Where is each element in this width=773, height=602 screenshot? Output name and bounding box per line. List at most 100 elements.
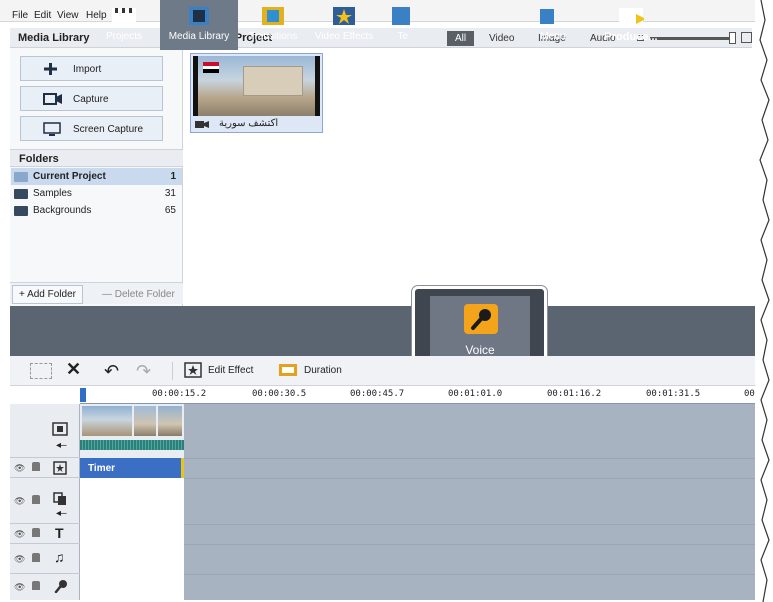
folder-name: Current Project: [33, 171, 106, 182]
edit-effect-button[interactable]: Edit Effect: [184, 361, 270, 381]
delete-folder-button[interactable]: — Delete Folder: [102, 289, 175, 300]
tab-label: Produce...: [604, 31, 658, 43]
zoom-slider-handle[interactable]: [729, 32, 736, 44]
playhead-marker[interactable]: [80, 388, 86, 402]
folder-backgrounds[interactable]: Backgrounds 65: [11, 202, 182, 219]
tab-menu[interactable]: Menu: [530, 0, 576, 50]
lock-icon[interactable]: [32, 581, 40, 590]
tab-media-library[interactable]: Media Library: [160, 0, 238, 50]
overlay-icon: [53, 492, 66, 505]
film-strip-icon: [262, 7, 284, 25]
audio-waveform: [80, 440, 184, 450]
folder-samples[interactable]: Samples 31: [11, 185, 182, 202]
media-thumbnail[interactable]: اكتشف سورية: [190, 53, 323, 133]
tab-projects[interactable]: Projects: [94, 0, 154, 50]
tab-text[interactable]: Te: [382, 0, 412, 50]
eye-icon[interactable]: 👁: [14, 529, 25, 540]
overlay-track-header: 👁 ◂–: [10, 478, 80, 524]
menu-icon: [540, 9, 554, 24]
edit-effect-label: Edit Effect: [208, 365, 254, 376]
screen-capture-label: Screen Capture: [73, 124, 144, 135]
ruler-tick: 00:01:16.2: [547, 389, 602, 399]
torn-edge: [755, 0, 773, 602]
timeline-ruler[interactable]: 00:00:15.2 00:00:30.5 00:00:45.7 00:01:0…: [80, 386, 766, 404]
duration-label: Duration: [304, 365, 342, 376]
import-label: Import: [73, 64, 102, 75]
lock-icon[interactable]: [32, 528, 40, 537]
speaker-icon[interactable]: ◂–: [56, 440, 67, 451]
folder-count: 65: [164, 205, 176, 216]
film-frames-icon: [189, 7, 209, 25]
clip-frame: [158, 406, 182, 436]
text-t-icon: T: [55, 525, 64, 541]
undo-icon[interactable]: ↶: [104, 361, 119, 382]
lock-icon[interactable]: [32, 462, 40, 471]
clip-frame: [82, 406, 132, 436]
filter-all[interactable]: All: [447, 31, 475, 46]
folder-current-project[interactable]: Current Project 1: [11, 168, 182, 185]
filter-video[interactable]: Video: [481, 31, 522, 46]
tab-label: Te: [397, 31, 408, 42]
ruler-tick: 00:01:31.5: [646, 389, 701, 399]
duration-button[interactable]: Duration: [278, 361, 358, 381]
eye-icon[interactable]: 👁: [14, 554, 25, 565]
ruler-tick: 00:00:45.7: [350, 389, 405, 399]
add-folder-button[interactable]: + Add Folder: [12, 285, 83, 304]
eye-icon[interactable]: 👁: [14, 463, 25, 474]
track-empty-area: [80, 478, 184, 600]
folder-icon: [14, 172, 28, 182]
effect-track-header: 👁: [10, 458, 80, 478]
menu-file[interactable]: File: [12, 10, 28, 21]
effect-star-icon: [184, 362, 202, 378]
speaker-icon[interactable]: ◂–: [56, 508, 67, 519]
folders-title: Folders: [10, 149, 183, 167]
timeline-area[interactable]: Timer: [80, 404, 760, 600]
capture-label: Capture: [73, 94, 109, 105]
delete-x-icon[interactable]: ✕: [66, 359, 81, 380]
lock-icon[interactable]: [32, 553, 40, 562]
text-icon: [392, 7, 410, 25]
effect-clip-label: Timer: [88, 463, 116, 474]
folder-count: 1: [170, 171, 176, 182]
microphone-icon: [54, 580, 67, 593]
produce-button[interactable]: Produce...: [596, 0, 666, 50]
eye-icon[interactable]: 👁: [14, 496, 25, 507]
plus-icon: [44, 63, 57, 75]
effect-clip-timer[interactable]: Timer: [80, 458, 184, 478]
split-icon[interactable]: [30, 363, 52, 379]
edit-bar: ✕ ↶ ↷ Edit Effect Duration: [10, 356, 755, 386]
main-toolbar: [10, 306, 755, 356]
music-track-header: 👁 ♫: [10, 544, 80, 574]
redo-icon[interactable]: ↷: [136, 361, 151, 382]
music-note-icon: ♫: [54, 549, 65, 565]
tab-label: Media Library: [168, 31, 230, 42]
tab-video-effects[interactable]: Video Effects: [308, 0, 380, 50]
folder-name: Backgrounds: [33, 205, 92, 216]
tab-label: Transitions: [248, 31, 298, 42]
text-track-header: 👁 T: [10, 524, 80, 544]
screen-capture-button[interactable]: Screen Capture: [20, 116, 163, 141]
capture-button[interactable]: Capture: [20, 86, 163, 111]
import-button[interactable]: Import: [20, 56, 163, 81]
ruler-left-blank: [10, 386, 80, 404]
menu-view[interactable]: View: [57, 10, 79, 21]
duration-icon: [279, 364, 297, 376]
voice-track-header: 👁: [10, 574, 80, 600]
effect-star-icon: [53, 461, 67, 475]
eye-icon[interactable]: 👁: [14, 582, 25, 593]
video-clip[interactable]: [80, 404, 184, 458]
zoom-large-icon: [741, 32, 752, 43]
menu-edit[interactable]: Edit: [34, 10, 51, 21]
thumbnail-image: [193, 56, 320, 116]
folder-count: 31: [164, 188, 176, 199]
produce-clapper-icon: [619, 8, 644, 25]
tab-label: Projects: [105, 31, 143, 42]
ruler-tick: 00:00:30.5: [252, 389, 307, 399]
ruler-tick: 00:00:15.2: [152, 389, 207, 399]
thumbnail-caption: اكتشف سورية: [219, 118, 279, 129]
ruler-tick: 00:01:01.0: [448, 389, 503, 399]
lock-icon[interactable]: [32, 495, 40, 504]
clapperboard-icon: [112, 8, 136, 25]
microphone-icon: [464, 304, 498, 334]
tab-transitions[interactable]: Transitions: [240, 0, 306, 50]
